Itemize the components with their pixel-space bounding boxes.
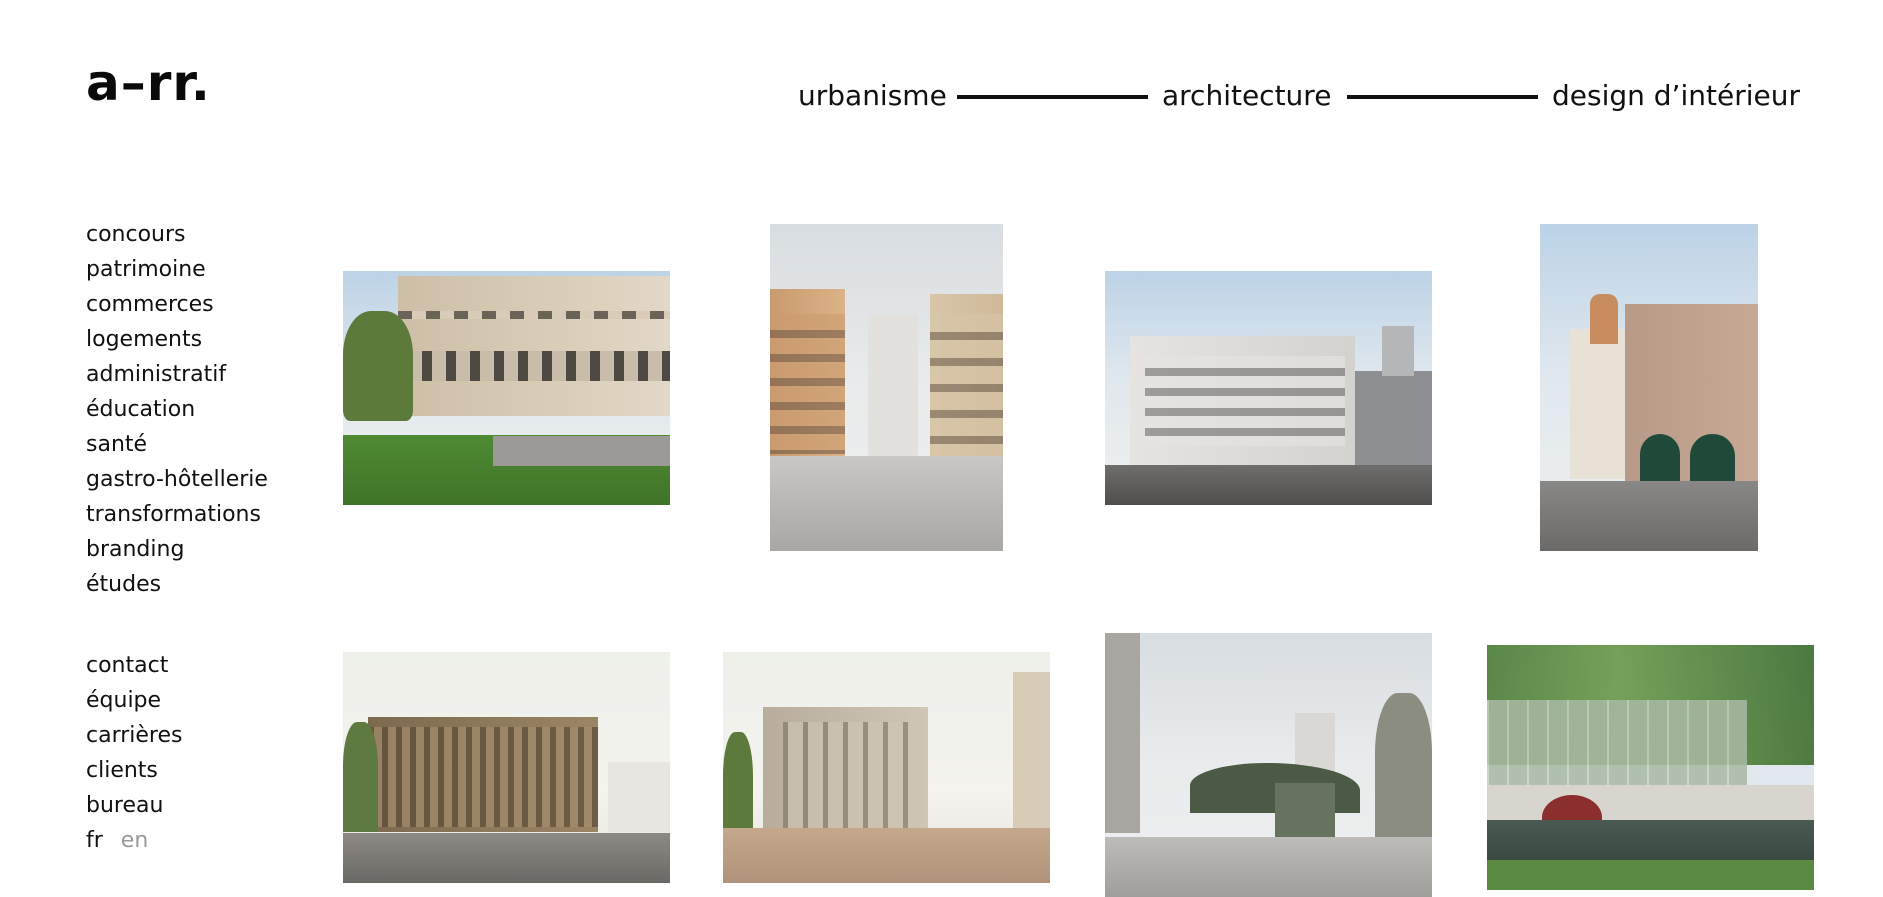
project-thumbnail-office-building[interactable] <box>1105 271 1432 505</box>
category-commerces[interactable]: commerces <box>86 287 268 322</box>
info-contact[interactable]: contact <box>86 648 183 683</box>
project-thumbnail-timber-housing[interactable] <box>343 652 670 883</box>
language-fr[interactable]: fr <box>86 823 103 858</box>
project-thumbnail-pedestrian-street[interactable] <box>770 224 1003 551</box>
project-thumbnail-greenhouse[interactable] <box>1487 645 1814 890</box>
category-branding[interactable]: branding <box>86 532 268 567</box>
nav-divider <box>957 95 1148 99</box>
nav-design-interieur[interactable]: design d’intérieur <box>1552 76 1800 116</box>
category-logements[interactable]: logements <box>86 322 268 357</box>
nav-urbanisme[interactable]: urbanisme <box>798 76 947 116</box>
nav-divider <box>1347 95 1538 99</box>
category-education[interactable]: éducation <box>86 392 268 427</box>
info-bureau[interactable]: bureau <box>86 788 183 823</box>
category-sante[interactable]: santé <box>86 427 268 462</box>
language-en[interactable]: en <box>121 823 148 858</box>
nav-architecture[interactable]: architecture <box>1162 76 1331 116</box>
info-nav: contact équipe carrières clients bureau … <box>86 648 183 858</box>
project-thumbnail-chapel-street[interactable] <box>1540 224 1758 551</box>
language-switcher: fr en <box>86 823 183 858</box>
category-nav: concours patrimoine commerces logements … <box>86 217 268 602</box>
category-patrimoine[interactable]: patrimoine <box>86 252 268 287</box>
info-carrieres[interactable]: carrières <box>86 718 183 753</box>
category-etudes[interactable]: études <box>86 567 268 602</box>
category-transformations[interactable]: transformations <box>86 497 268 532</box>
category-gastro-hotellerie[interactable]: gastro-hôtellerie <box>86 462 268 497</box>
info-clients[interactable]: clients <box>86 753 183 788</box>
project-thumbnail-green-bridge[interactable] <box>1105 633 1432 897</box>
main-nav: urbanisme architecture design d’intérieu… <box>0 76 1883 116</box>
category-administratif[interactable]: administratif <box>86 357 268 392</box>
category-concours[interactable]: concours <box>86 217 268 252</box>
project-thumbnail-housing-block[interactable] <box>343 271 670 505</box>
project-thumbnail-concrete-building[interactable] <box>723 652 1050 883</box>
info-equipe[interactable]: équipe <box>86 683 183 718</box>
